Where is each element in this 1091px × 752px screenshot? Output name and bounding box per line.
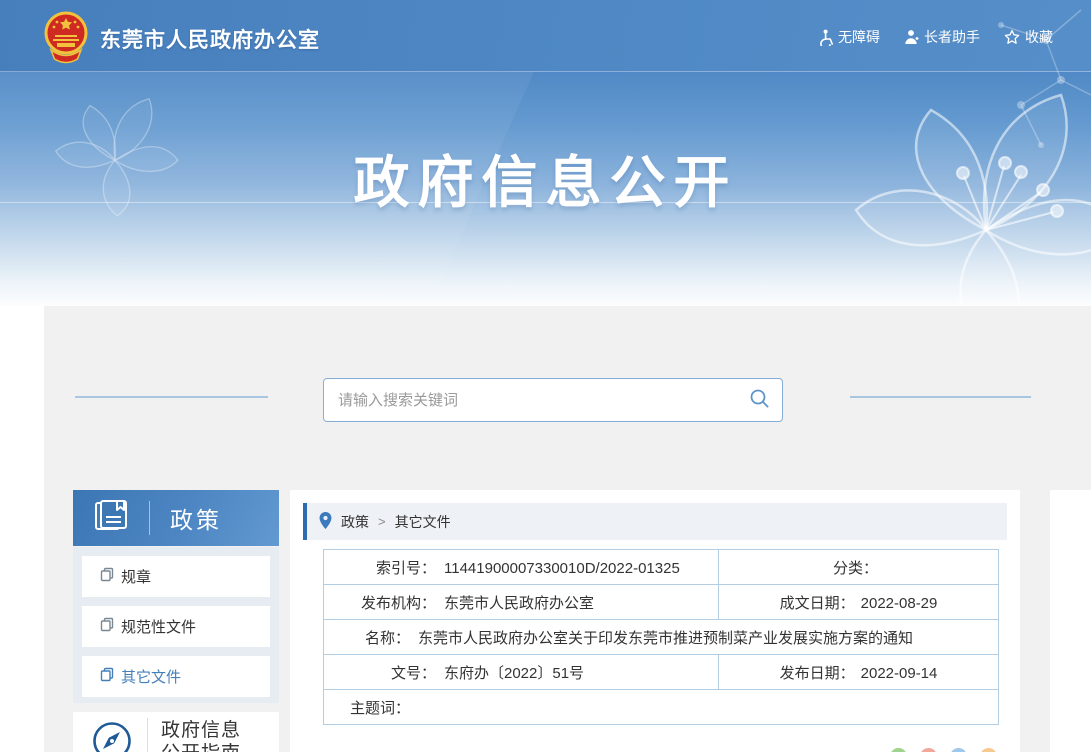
top-links: 无障碍 长者助手 收藏 xyxy=(817,27,1053,47)
field-index-number: 索引号： 11441900007330010D/2022-01325 xyxy=(323,549,719,585)
field-label: 索引号： xyxy=(375,559,436,577)
page-title: 政府信息公开 xyxy=(353,151,738,214)
right-floating-panel xyxy=(1050,490,1091,752)
sidebar-policy-items: 规章 规范性文件 其它文件 xyxy=(73,547,279,703)
location-pin-icon xyxy=(319,511,332,532)
policy-book-icon xyxy=(93,499,129,538)
site-title: 东莞市人民政府办公室 xyxy=(100,29,320,52)
favorite-label: 收藏 xyxy=(1025,29,1053,45)
field-label: 发布日期： xyxy=(779,664,855,682)
field-label: 名称： xyxy=(364,629,410,647)
star-icon xyxy=(1004,29,1020,45)
site-header: 东莞市人民政府办公室 无障碍 长者助手 收藏 xyxy=(0,0,1091,72)
content-area: 政策 规章 xyxy=(44,306,1091,752)
elder-person-icon xyxy=(904,29,919,45)
page: 东莞市人民政府办公室 无障碍 长者助手 收藏 政府信息公开 请输入搜索关键词 政… xyxy=(0,0,1091,752)
field-document-name: 名称： 东莞市人民政府办公室关于印发东莞市推进预制菜产业发展实施方案的通知 xyxy=(323,619,999,655)
sidebar-policy-title: 政策 xyxy=(170,507,222,533)
table-row: 文号： 东府办〔2022〕51号 发布日期： 2022-09-14 xyxy=(323,654,999,690)
elder-mode-label: 长者助手 xyxy=(924,29,980,45)
search-button[interactable] xyxy=(745,388,782,412)
share-buttons xyxy=(890,748,997,752)
table-row: 名称： 东莞市人民政府办公室关于印发东莞市推进预制菜产业发展实施方案的通知 xyxy=(323,619,999,655)
search-decor-line-left xyxy=(75,396,268,398)
accessibility-label: 无障碍 xyxy=(838,29,880,45)
detail-card: 政策 > 其它文件 索引号： 11441900007330010D/2022-01… xyxy=(290,490,1020,752)
sidebar-guide-title: 政府信息 公开指南 xyxy=(161,720,242,752)
table-row: 主题词： xyxy=(323,689,999,725)
field-value: 11441900007330010D/2022-01325 xyxy=(444,559,680,577)
field-category: 分类： xyxy=(718,549,999,585)
field-value: 东府办〔2022〕51号 xyxy=(444,664,585,682)
sidebar-guide-divider xyxy=(147,718,148,752)
search-box xyxy=(323,378,783,422)
search-decor-line-right xyxy=(850,396,1031,398)
table-row: 索引号： 11441900007330010D/2022-01325 分类： xyxy=(323,549,999,585)
sidebar-item-label: 规范性文件 xyxy=(121,619,197,636)
wheelchair-icon xyxy=(817,29,833,46)
sidebar-item-label: 其它文件 xyxy=(121,669,182,686)
field-value: 东莞市人民政府办公室关于印发东莞市推进预制菜产业发展实施方案的通知 xyxy=(418,629,914,647)
banner: 政府信息公开 xyxy=(0,72,1091,306)
field-value: 2022-09-14 xyxy=(860,664,938,682)
field-label: 成文日期： xyxy=(779,594,855,612)
sidebar-header-divider xyxy=(149,501,150,535)
field-value: 东莞市人民政府办公室 xyxy=(444,594,595,612)
breadcrumb-item-other-documents[interactable]: 其它文件 xyxy=(395,512,451,532)
sidebar-item-label: 规章 xyxy=(121,569,152,586)
search-icon xyxy=(749,388,770,412)
breadcrumb-item-policy[interactable]: 政策 xyxy=(341,512,369,532)
accessibility-link[interactable]: 无障碍 xyxy=(817,27,880,47)
elder-mode-link[interactable]: 长者助手 xyxy=(904,27,980,47)
search-input[interactable] xyxy=(324,379,745,421)
share-icon-2[interactable] xyxy=(920,748,937,752)
breadcrumb-separator: > xyxy=(378,514,386,529)
table-row: 发布机构： 东莞市人民政府办公室 成文日期： 2022-08-29 xyxy=(323,584,999,620)
document-icon xyxy=(100,667,114,686)
sidebar-policy-header[interactable]: 政策 xyxy=(73,490,279,546)
favorite-link[interactable]: 收藏 xyxy=(1004,27,1053,47)
field-issuing-agency: 发布机构： 东莞市人民政府办公室 xyxy=(323,584,719,620)
national-emblem-logo xyxy=(42,10,90,64)
field-label: 发布机构： xyxy=(360,594,436,612)
detail-table: 索引号： 11441900007330010D/2022-01325 分类： 发布… xyxy=(323,549,999,725)
field-label: 分类： xyxy=(832,559,878,577)
sidebar-item-other-documents[interactable]: 其它文件 xyxy=(82,656,270,697)
field-value: 2022-08-29 xyxy=(860,594,938,612)
field-written-date: 成文日期： 2022-08-29 xyxy=(718,584,999,620)
share-icon-3[interactable] xyxy=(950,748,967,752)
field-publish-date: 发布日期： 2022-09-14 xyxy=(718,654,999,690)
compass-icon xyxy=(91,720,133,752)
document-icon xyxy=(100,617,114,636)
field-document-number: 文号： 东府办〔2022〕51号 xyxy=(323,654,719,690)
sidebar-guide-block[interactable]: 政府信息 公开指南 xyxy=(73,712,279,752)
field-label: 文号： xyxy=(390,664,436,682)
share-icon-4[interactable] xyxy=(980,748,997,752)
share-icon-1[interactable] xyxy=(890,748,907,752)
sidebar-item-normative-documents[interactable]: 规范性文件 xyxy=(82,606,270,647)
field-label: 主题词： xyxy=(349,699,410,717)
document-icon xyxy=(100,567,114,586)
sidebar-item-regulations[interactable]: 规章 xyxy=(82,556,270,597)
breadcrumb: 政策 > 其它文件 xyxy=(303,503,1007,540)
field-keywords: 主题词： xyxy=(323,689,999,725)
